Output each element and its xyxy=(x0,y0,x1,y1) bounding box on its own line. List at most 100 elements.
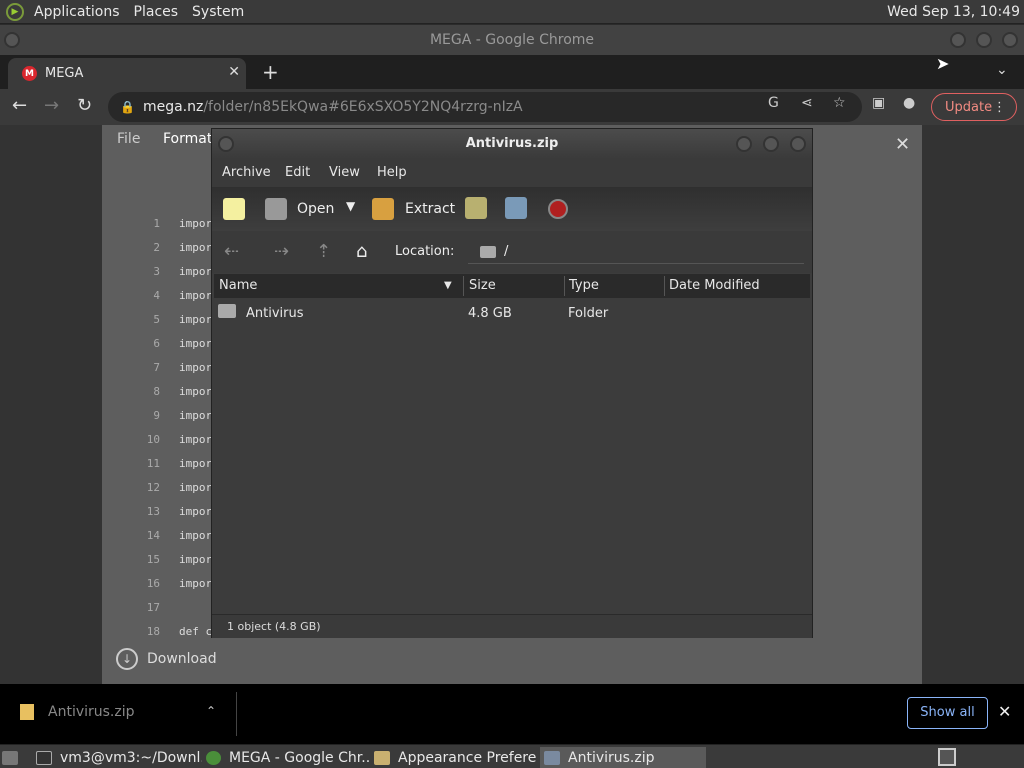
menu-archive[interactable]: Archive xyxy=(222,165,271,180)
line-number: 11 xyxy=(146,457,160,470)
taskbar: vm3@vm3:~/Downl... MEGA - Google Chr... … xyxy=(0,744,1024,768)
update-label: Update xyxy=(945,99,993,115)
window-menu-icon[interactable] xyxy=(4,32,20,48)
forward-icon[interactable]: ⇢ xyxy=(274,241,289,262)
stop-icon[interactable] xyxy=(548,199,568,219)
back-icon[interactable]: ⇠ xyxy=(224,241,239,262)
home-icon[interactable]: ⌂ xyxy=(356,241,367,262)
mouse-cursor-icon: ➤ xyxy=(936,54,950,73)
url-text: mega.nz/folder/n85EkQwa#6E6xSXO5Y2NQ4rzr… xyxy=(143,99,523,115)
code-line: impor xyxy=(179,409,213,422)
line-number: 17 xyxy=(146,601,160,614)
code-line: impor xyxy=(179,433,213,446)
line-number: 14 xyxy=(146,529,160,542)
download-button[interactable]: Download xyxy=(147,651,217,667)
code-line: impor xyxy=(179,529,213,542)
item-type: Folder xyxy=(568,306,609,321)
tab-search-chevron-icon[interactable]: ⌄ xyxy=(996,62,1008,78)
task-terminal[interactable]: vm3@vm3:~/Downl... xyxy=(36,747,202,768)
menu-places[interactable]: Places xyxy=(134,4,179,20)
menu-view[interactable]: View xyxy=(329,165,360,180)
menu-system[interactable]: System xyxy=(192,4,244,20)
folder-icon xyxy=(480,245,496,258)
update-button[interactable]: Update ⋮ xyxy=(931,93,1017,121)
minimize-icon[interactable] xyxy=(950,32,966,48)
add-files-icon[interactable] xyxy=(465,197,487,219)
preview-menu-format[interactable]: Format xyxy=(163,131,212,147)
code-line: impor xyxy=(179,505,213,518)
close-shelf-icon[interactable]: ✕ xyxy=(998,702,1011,721)
line-number: 3 xyxy=(153,265,160,278)
extract-icon[interactable] xyxy=(372,198,394,220)
location-bar: ⇠ ⇢ ⇡ ⌂ Location: / xyxy=(212,231,812,273)
address-bar[interactable]: 🔒 mega.nz/folder/n85EkQwa#6E6xSXO5Y2NQ4r… xyxy=(108,92,862,122)
file-list: Antivirus 4.8 GB Folder xyxy=(214,298,810,614)
column-date-modified[interactable]: Date Modified xyxy=(669,278,760,293)
open-icon[interactable] xyxy=(265,198,287,220)
archive-menubar: Archive Edit View Help xyxy=(212,159,812,187)
back-icon[interactable]: ← xyxy=(12,95,27,116)
task-appearance[interactable]: Appearance Prefere... xyxy=(374,747,536,768)
task-antivirus-zip[interactable]: Antivirus.zip xyxy=(540,747,706,768)
distro-logo-icon[interactable]: ▶ xyxy=(6,2,24,21)
extract-button[interactable]: Extract xyxy=(405,201,455,217)
code-line: impor xyxy=(179,265,213,278)
sort-down-icon[interactable]: ▼ xyxy=(444,280,452,291)
minimize-icon[interactable] xyxy=(736,136,752,152)
column-name[interactable]: Name xyxy=(219,278,257,293)
show-desktop-left-icon[interactable] xyxy=(2,747,32,768)
close-window-icon[interactable] xyxy=(1002,32,1018,48)
archive-toolbar: Open ▼ Extract xyxy=(212,187,812,231)
location-path: / xyxy=(504,244,509,259)
line-number: 2 xyxy=(153,241,160,254)
add-folder-icon[interactable] xyxy=(505,197,527,219)
line-number: 8 xyxy=(153,385,160,398)
menu-applications[interactable]: Applications xyxy=(34,4,120,20)
code-line: impor xyxy=(179,481,213,494)
code-line: impor xyxy=(179,217,213,230)
line-number: 5 xyxy=(153,313,160,326)
list-item[interactable]: Antivirus 4.8 GB Folder xyxy=(214,298,810,328)
up-icon[interactable]: ⇡ xyxy=(316,241,331,262)
column-size[interactable]: Size xyxy=(469,278,496,293)
lock-icon[interactable]: 🔒 xyxy=(120,100,135,114)
download-item[interactable]: Antivirus.zip xyxy=(20,704,135,720)
open-button[interactable]: Open xyxy=(297,201,334,217)
tab-mega[interactable]: M MEGA ✕ xyxy=(8,58,246,89)
close-window-icon[interactable] xyxy=(790,136,806,152)
line-number: 15 xyxy=(146,553,160,566)
appearance-icon xyxy=(374,750,390,765)
preview-menu-file[interactable]: File xyxy=(117,131,140,147)
chrome-icon xyxy=(206,750,221,765)
window-menu-icon[interactable] xyxy=(218,136,234,152)
new-tab-icon[interactable]: + xyxy=(262,60,279,84)
menu-edit[interactable]: Edit xyxy=(285,165,310,180)
kebab-menu-icon[interactable]: ⋮ xyxy=(993,100,1006,115)
maximize-icon[interactable] xyxy=(976,32,992,48)
mega-favicon-icon: M xyxy=(22,66,37,81)
download-icon[interactable]: ↓ xyxy=(116,648,138,670)
side-panel-icon[interactable]: ▣ xyxy=(872,95,885,111)
clock[interactable]: Wed Sep 13, 10:49 xyxy=(887,4,1020,20)
chevron-up-icon[interactable]: ⌃ xyxy=(206,704,216,718)
new-archive-icon[interactable] xyxy=(223,198,245,220)
location-field[interactable]: / xyxy=(468,240,804,264)
menu-help[interactable]: Help xyxy=(377,165,407,180)
preview-close-icon[interactable]: ✕ xyxy=(895,134,910,155)
forward-icon[interactable]: → xyxy=(44,95,59,116)
show-all-button[interactable]: Show all xyxy=(907,697,988,729)
share-icon[interactable]: ⋖ xyxy=(801,95,813,111)
google-icon[interactable]: G xyxy=(768,95,779,111)
task-chrome[interactable]: MEGA - Google Chr... xyxy=(206,747,370,768)
maximize-icon[interactable] xyxy=(763,136,779,152)
column-type[interactable]: Type xyxy=(569,278,599,293)
tab-close-icon[interactable]: ✕ xyxy=(228,64,240,80)
workspace-switcher-icon[interactable] xyxy=(938,748,956,766)
reload-icon[interactable]: ↻ xyxy=(77,95,92,116)
open-dropdown-icon[interactable]: ▼ xyxy=(346,199,355,213)
download-filename: Antivirus.zip xyxy=(48,704,135,720)
file-icon xyxy=(20,704,34,720)
bookmark-star-icon[interactable]: ☆ xyxy=(833,95,846,111)
profile-avatar-icon[interactable]: ● xyxy=(903,95,915,111)
line-number: 18 xyxy=(146,625,160,638)
